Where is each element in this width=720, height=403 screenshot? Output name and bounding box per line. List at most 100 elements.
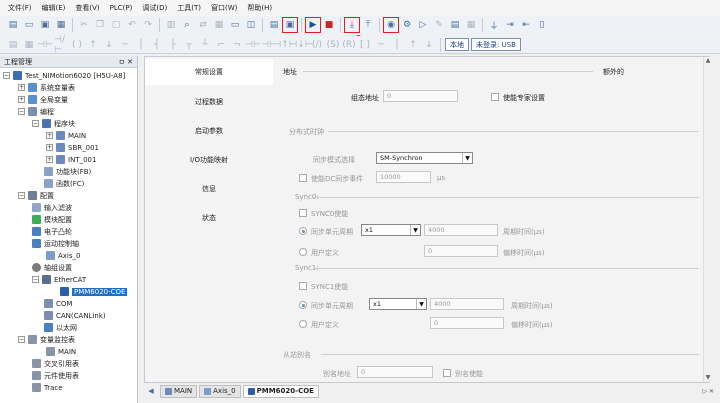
sync1-user-radio[interactable] — [299, 320, 307, 328]
bracket2-icon[interactable]: ¬ — [230, 38, 244, 52]
tree-node-axis0[interactable]: Axis_0 — [46, 250, 80, 261]
sync0-user-radio[interactable] — [299, 248, 307, 256]
grid-icon[interactable]: ▦ — [22, 38, 36, 52]
collapse-icon[interactable]: − — [18, 192, 25, 199]
save-icon[interactable]: ▣ — [38, 18, 52, 32]
menu-tools[interactable]: 工具(T) — [177, 3, 201, 13]
layout-icon[interactable]: ◫ — [244, 18, 258, 32]
tree-node-pmm6020[interactable]: PMM6020-COE — [60, 286, 128, 297]
expand-icon[interactable]: + — [18, 84, 25, 91]
copy-icon[interactable]: ❐ — [93, 18, 107, 32]
print-icon[interactable]: ▦ — [212, 18, 226, 32]
sync-mode-select[interactable]: SM-Synchron ▼ — [376, 152, 473, 164]
expert-settings-checkbox[interactable] — [491, 93, 499, 101]
fall-icon[interactable]: ↓ — [102, 38, 116, 52]
sync0-cycle-radio[interactable] — [299, 227, 307, 235]
hline2-icon[interactable]: ─ — [374, 38, 388, 52]
redo-icon[interactable]: ↷ — [141, 18, 155, 32]
scroll-down-icon[interactable]: ▼ — [704, 374, 712, 382]
tree-node-elements[interactable]: 元件使用表 — [32, 370, 79, 381]
tab-scroll-left-icon[interactable]: ◀ — [144, 384, 158, 398]
vline2-icon[interactable]: │ — [390, 38, 404, 52]
tab-axis0[interactable]: Axis_0 — [199, 384, 241, 398]
menu-plc[interactable]: PLC(P) — [110, 4, 133, 12]
new-file-icon[interactable]: ▤ — [6, 18, 20, 32]
local-button[interactable]: 本地 — [445, 38, 469, 51]
contact3-icon[interactable]: ⊣⊢ — [245, 38, 261, 52]
cut-icon[interactable]: ✂ — [77, 18, 91, 32]
sync1-cycle-time-input[interactable]: 4000 — [430, 298, 504, 310]
delete-row-icon[interactable]: ┴ — [198, 38, 212, 52]
sync0-offset-input[interactable]: 0 — [424, 245, 498, 257]
tree-node-input-filter[interactable]: 输入滤波 — [32, 202, 72, 213]
nav-process-data[interactable]: 过程数据 — [145, 89, 273, 115]
func-icon[interactable]: [ ] — [358, 38, 372, 52]
coil4-icon[interactable]: (R) — [342, 38, 356, 52]
tree-node-global-vars[interactable]: + 全局变量 — [18, 94, 68, 105]
usb-icon[interactable]: ⏚ — [487, 18, 501, 32]
tree-node-project[interactable]: − Test_NIMotion6020 [H5U-A8] — [3, 70, 125, 81]
tree-node-axis-group[interactable]: 轴组设置 — [32, 262, 72, 273]
contact-no-icon[interactable]: ⊣⊢ — [37, 38, 53, 52]
menu-help[interactable]: 帮助(H) — [247, 3, 272, 13]
write-icon[interactable]: ▤ — [448, 18, 462, 32]
login-status-button[interactable]: 未登录: USB — [471, 38, 521, 51]
expand-icon[interactable]: + — [18, 96, 25, 103]
collapse-icon[interactable]: − — [32, 120, 39, 127]
edit-icon[interactable]: ✎ — [432, 18, 446, 32]
menu-window[interactable]: 窗口(W) — [211, 3, 237, 13]
save-all-icon[interactable]: ▦ — [54, 18, 68, 32]
nav-status[interactable]: 状态 — [145, 205, 273, 231]
tree-node-com[interactable]: COM — [44, 298, 72, 309]
tree-node-module-config[interactable]: 模块配置 — [32, 214, 72, 225]
tab-main[interactable]: MAIN — [160, 384, 198, 398]
arrow-up-icon[interactable]: ↑ — [406, 38, 420, 52]
coil-icon[interactable]: ( ) — [70, 38, 84, 52]
tree-node-main[interactable]: + MAIN — [46, 130, 86, 141]
tree-node-fb[interactable]: 功能块(FB) — [44, 166, 91, 177]
vertical-scrollbar[interactable]: ▲ ▼ — [703, 57, 711, 382]
collapse-icon[interactable]: − — [3, 72, 10, 79]
alias-address-input[interactable]: 0 — [357, 366, 433, 378]
expand-icon[interactable]: + — [46, 156, 53, 163]
tree-node-sys-vars[interactable]: + 系统变量表 — [18, 82, 75, 93]
expand-icon[interactable]: + — [46, 144, 53, 151]
debug-icon[interactable]: ⚙ — [400, 18, 414, 32]
tree-node-cam[interactable]: 电子凸轮 — [32, 226, 72, 237]
sync0-enable-checkbox[interactable] — [299, 209, 307, 217]
branch2-icon[interactable]: ├ — [166, 38, 180, 52]
upload-icon[interactable]: ⤒ — [361, 18, 375, 32]
contact6-icon[interactable]: ⊣↓⊢ — [289, 38, 312, 52]
tab-close-icon[interactable]: ▷ ✕ — [702, 388, 714, 395]
tree-node-programming[interactable]: − 编程 — [18, 106, 54, 117]
station-address-input[interactable]: 0 — [383, 90, 458, 102]
collapse-icon[interactable]: − — [32, 276, 39, 283]
coil3-icon[interactable]: (S) — [326, 38, 340, 52]
tree-node-fc[interactable]: 函数(FC) — [44, 178, 84, 189]
stop-icon[interactable]: ■ — [322, 18, 336, 32]
logout-icon[interactable]: ⇤ — [519, 18, 533, 32]
sync0-cycle-select[interactable]: x1 ▼ — [361, 224, 421, 236]
tree-node-config[interactable]: − 配置 — [18, 190, 54, 201]
monitor-icon[interactable]: ◉ — [383, 17, 399, 33]
nav-general-settings[interactable]: 常规设置 — [145, 59, 273, 85]
insert-row-icon[interactable]: ┬ — [182, 38, 196, 52]
tree-node-motion-axis[interactable]: 运动控制轴 — [32, 238, 79, 249]
sync1-cycle-radio[interactable] — [299, 301, 307, 309]
panel-icon[interactable]: ▯ — [535, 18, 549, 32]
contact-nc-icon[interactable]: ⊣/⊢ — [54, 35, 68, 55]
sync1-enable-checkbox[interactable] — [299, 282, 307, 290]
nav-startup-params[interactable]: 启动参数 — [145, 118, 273, 144]
collapse-icon[interactable]: − — [18, 108, 25, 115]
search-icon[interactable]: ⌕ — [180, 18, 194, 32]
sync0-cycle-time-input[interactable]: 4000 — [424, 224, 498, 236]
tree-node-ethernet[interactable]: 以太网 — [44, 322, 77, 333]
vline-icon[interactable]: │ — [134, 38, 148, 52]
step-icon[interactable]: ▷ — [416, 18, 430, 32]
run-icon[interactable]: ▶ — [305, 17, 321, 33]
tree-node-sbr[interactable]: + SBR_001 — [46, 142, 99, 153]
branch-icon[interactable]: ┤ — [150, 38, 164, 52]
replace-icon[interactable]: ⇄ — [196, 18, 210, 32]
arrow-down-icon[interactable]: ↓ — [422, 38, 436, 52]
menu-edit[interactable]: 编辑(E) — [42, 3, 66, 13]
